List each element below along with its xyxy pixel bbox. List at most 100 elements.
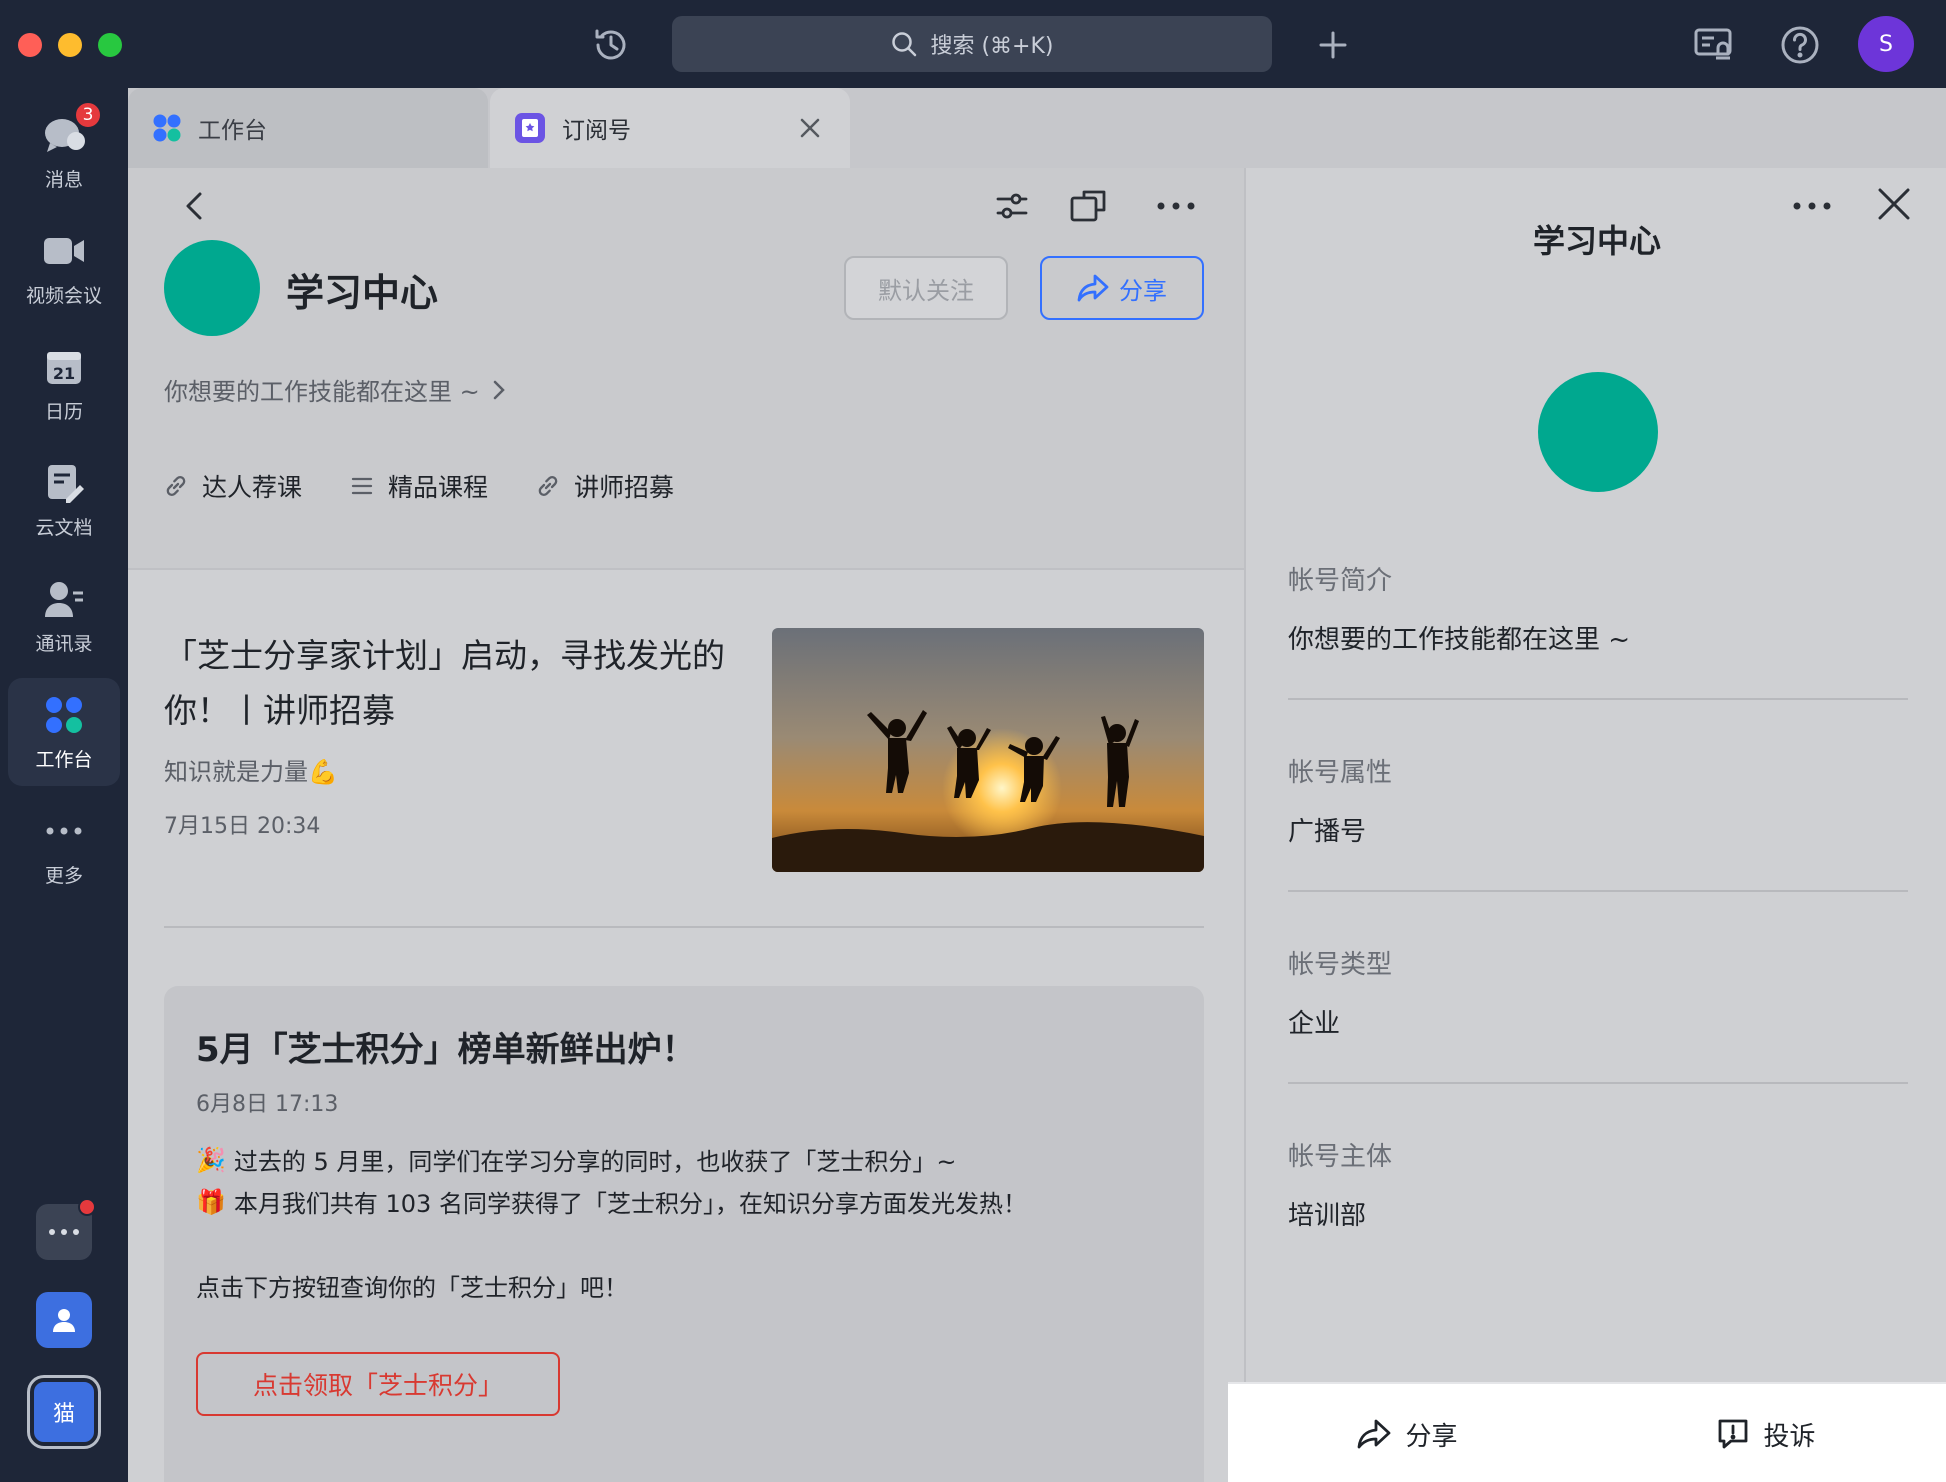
divider [1288,698,1908,700]
sidebar-item-calendar[interactable]: 21 日历 [8,330,120,438]
workspace-avatar-label: 猫 [52,1402,75,1427]
user-avatar[interactable]: S [1858,16,1914,72]
account-description-link[interactable]: 你想要的工作技能都在这里 ~ [164,372,506,407]
field-label: 帐号主体 [1288,1142,1393,1172]
share-button-label: 分享 [1119,276,1167,305]
history-icon[interactable] [586,20,636,70]
account-header: 学习中心 默认关注 分享 你想要的工作技能都在这里 ~ 达人荐课 精品课程 讲师… [128,168,1244,570]
tab-subscription[interactable]: 订阅号 [490,88,850,168]
video-camera-icon [42,229,86,273]
sidebar-item-messages[interactable]: 3 消息 [8,98,120,206]
sidebar-item-label: 云文档 [35,516,93,539]
report-icon [1719,1419,1748,1449]
contacts-icon [42,577,86,621]
svg-text:21: 21 [53,364,75,383]
menu-item-label: 讲师招募 [574,473,675,502]
card-date: 6月8日 17:13 [196,1092,339,1117]
field-value: 你想要的工作技能都在这里 ~ [1288,625,1631,655]
notice-board-icon[interactable] [1688,20,1738,70]
account-menu: 达人荐课 精品课程 讲师招募 [164,468,674,504]
menu-item-label: 精品课程 [388,473,489,502]
tab-label: 工作台 [198,118,267,144]
list-icon [351,477,373,495]
sidebar-item-workbench[interactable]: 工作台 [8,678,120,786]
sidebar-item-label: 消息 [44,168,83,191]
account-description: 你想要的工作技能都在这里 ~ [164,378,480,406]
title-bar: 搜索 (⌘+K) S [0,0,1946,88]
tab-workbench[interactable]: 工作台 [128,88,488,168]
field-label: 帐号属性 [1288,758,1393,788]
workbench-icon [153,114,181,142]
settings-sliders-icon[interactable] [990,184,1034,228]
card-text-line: 点击下方按钮查询你的「芝士积分」吧！ [196,1268,628,1303]
minimize-window-button[interactable] [58,33,82,57]
unread-badge: 3 [74,100,102,129]
account-avatar [164,240,260,336]
profile-field-intro: 帐号简介 你想要的工作技能都在这里 ~ [1288,560,1908,656]
app-window: 搜索 (⌘+K) S 3 消息 视频会议 21 日历 云文档 通讯录 工作台 更… [0,0,1946,1482]
profile-app-button[interactable] [36,1292,92,1348]
share-button[interactable]: 分享 [1228,1384,1587,1482]
account-avatar-large [1538,372,1658,492]
divider [1288,890,1908,892]
profile-field-type: 帐号类型 企业 [1288,944,1908,1040]
search-input[interactable]: 搜索 (⌘+K) [672,16,1272,72]
party-popper-icon: 🎉 [196,1145,226,1174]
share-icon [1358,1419,1391,1449]
subscription-feed: 学习中心 默认关注 分享 你想要的工作技能都在这里 ~ 达人荐课 精品课程 讲师… [128,168,1244,1482]
card-text-line: 🎁 本月我们共有 103 名同学获得了「芝士积分」，在知识分享方面发光发热！ [196,1184,1027,1219]
card-text: 过去的 5 月里，同学们在学习分享的同时，也收获了「芝士积分」~ [233,1148,957,1176]
article-summary: 知识就是力量💪 [164,758,338,786]
report-label: 投诉 [1763,1421,1816,1452]
claim-points-button[interactable]: 点击领取「芝士积分」 [196,1352,560,1416]
sidebar-item-docs[interactable]: 云文档 [8,446,120,554]
menu-item-label: 达人荐课 [202,473,303,502]
notification-dot [78,1198,96,1216]
sidebar-item-more[interactable]: 更多 [8,794,120,902]
back-icon[interactable] [172,184,216,228]
left-sidebar: 3 消息 视频会议 21 日历 云文档 通讯录 工作台 更多 猫 [0,88,128,1482]
default-follow-button[interactable]: 默认关注 [844,256,1008,320]
share-label: 分享 [1405,1421,1458,1452]
article-cover-image [772,628,1204,872]
sidebar-item-contacts[interactable]: 通讯录 [8,562,120,670]
close-tab-icon[interactable] [798,116,822,140]
calendar-icon: 21 [42,345,86,389]
menu-item-lecturer-recruitment[interactable]: 讲师招募 [536,468,674,504]
share-button[interactable]: 分享 [1040,256,1204,320]
share-icon [1077,274,1109,302]
sidebar-item-label: 通讯录 [35,632,93,655]
chevron-right-icon [493,380,505,399]
account-profile-panel: 学习中心 帐号简介 你想要的工作技能都在这里 ~ 帐号属性 广播号 帐号类型 企… [1244,168,1946,1482]
sidebar-item-video-meeting[interactable]: 视频会议 [8,214,120,322]
gift-icon: 🎁 [196,1187,226,1216]
report-button[interactable]: 投诉 [1587,1384,1946,1482]
workspace-avatar[interactable]: 猫 [30,1378,98,1446]
more-apps-button[interactable] [36,1198,96,1260]
menu-item-premium-courses[interactable]: 精品课程 [350,468,488,504]
profile-field-owner: 帐号主体 培训部 [1288,1136,1908,1232]
menu-item-expert-courses[interactable]: 达人荐课 [164,468,302,504]
card-title: 5月「芝士积分」榜单新鲜出炉！ [196,1030,696,1070]
help-icon[interactable] [1775,20,1825,70]
search-placeholder: 搜索 (⌘+K) [930,34,1054,59]
article-item[interactable]: 「芝士分享家计划」启动，寻找发光的你！丨讲师招募 知识就是力量💪 7月15日 2… [164,628,1204,928]
card-text: 本月我们共有 103 名同学获得了「芝士积分」，在知识分享方面发光发热！ [233,1190,1027,1218]
field-label: 帐号简介 [1288,566,1393,596]
maximize-window-button[interactable] [98,33,122,57]
person-icon [53,1309,75,1332]
close-window-button[interactable] [18,33,42,57]
subscription-icon [515,113,545,143]
field-label: 帐号类型 [1288,950,1393,980]
open-in-window-icon[interactable] [1066,184,1110,228]
add-icon[interactable] [1308,20,1358,70]
sidebar-item-label: 工作台 [35,748,93,771]
card-text: 点击下方按钮查询你的「芝士积分」吧！ [196,1274,628,1302]
more-options-icon[interactable] [1154,184,1198,228]
link-icon [538,475,558,497]
field-value: 培训部 [1288,1201,1367,1231]
sidebar-item-label: 日历 [44,400,83,423]
workbench-icon [42,693,86,737]
profile-action-bar: 分享 投诉 [1228,1382,1946,1482]
account-name: 学习中心 [286,271,439,315]
